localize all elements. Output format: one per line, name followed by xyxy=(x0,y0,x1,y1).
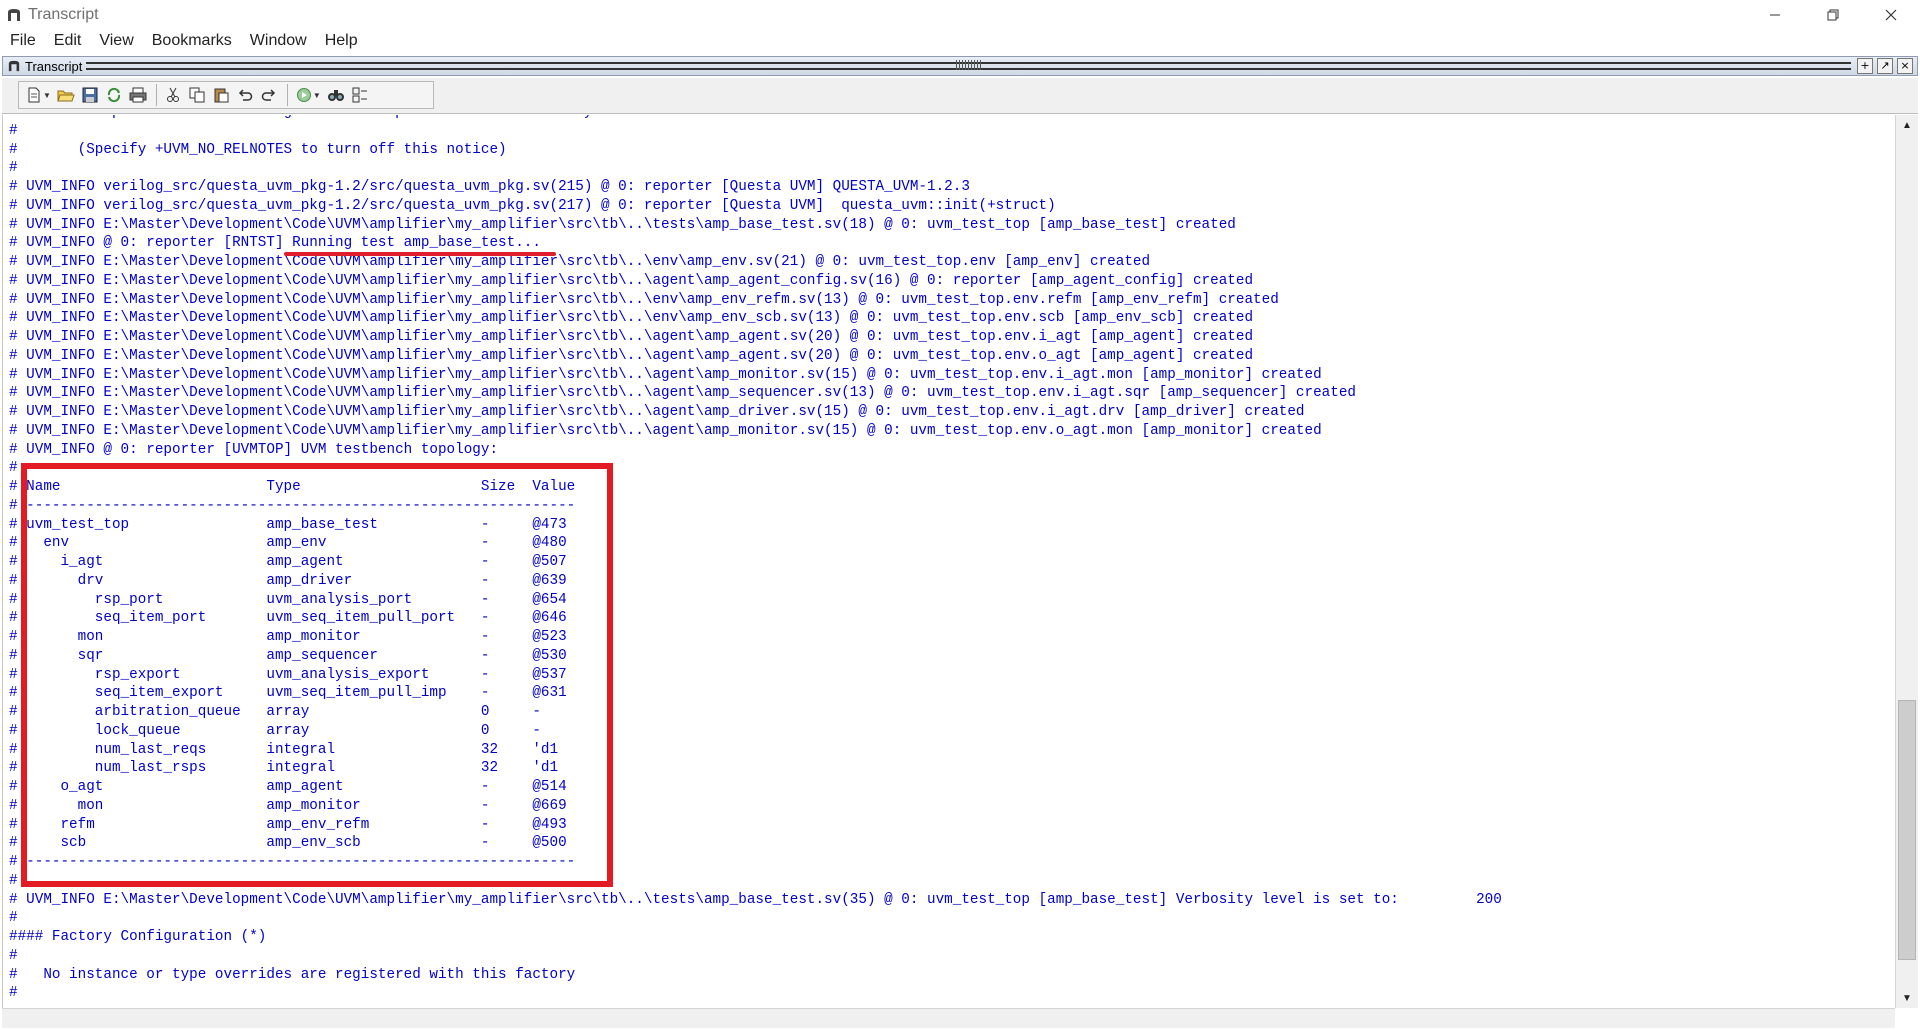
close-icon[interactable] xyxy=(1862,0,1920,29)
save-icon[interactable] xyxy=(79,84,101,106)
pane-header: Transcript + ↗ × xyxy=(2,56,1918,76)
menu-help[interactable]: Help xyxy=(316,29,367,53)
transcript-line: # UVM_INFO E:\Master\Development\Code\UV… xyxy=(9,404,1305,420)
transcript-line: # xyxy=(9,985,18,1002)
cut-icon[interactable] xyxy=(162,84,184,106)
window-title-bar: Transcript xyxy=(0,0,1920,29)
scroll-down-icon[interactable]: ▼ xyxy=(1896,988,1918,1008)
vertical-scrollbar[interactable]: ▲ ▼ xyxy=(1895,115,1918,1008)
menu-edit[interactable]: Edit xyxy=(45,29,91,53)
transcript-line: # xyxy=(9,910,18,927)
horizontal-scrollbar[interactable] xyxy=(2,1008,1895,1028)
find-icon[interactable] xyxy=(325,84,347,106)
transcript-line: # xyxy=(9,947,18,964)
run-icon[interactable] xyxy=(293,84,315,106)
transcript-line: # UVM_INFO E:\Master\Development\Code\UV… xyxy=(9,366,1322,383)
transcript-line: # UVM_INFO E:\Master\Development\Code\UV… xyxy=(9,385,1356,402)
new-document-icon[interactable] xyxy=(23,84,45,106)
print-icon[interactable] xyxy=(127,84,149,106)
menu-window[interactable]: Window xyxy=(241,29,316,53)
transcript-line: # UVM_INFO E:\Master\Development\Code\UV… xyxy=(9,216,1236,233)
menu-bookmarks[interactable]: Bookmarks xyxy=(143,29,241,53)
highlight-box-annotation xyxy=(21,463,613,887)
toolbar: ▼ ▼ xyxy=(2,78,1918,114)
toolbar-separator xyxy=(155,84,157,106)
transcript-line: # UVM_INFO E:\Master\Development\Code\UV… xyxy=(9,272,1254,289)
menu-view[interactable]: View xyxy=(90,29,142,53)
underline-annotation xyxy=(284,252,556,256)
scroll-up-icon[interactable]: ▲ xyxy=(1896,115,1918,135)
paste-icon[interactable] xyxy=(210,84,232,106)
pane-drag-handle[interactable] xyxy=(86,60,1851,70)
restore-icon[interactable] xyxy=(1804,0,1862,29)
transcript-line: # (Specify +UVM_NO_RELNOTES to turn off … xyxy=(9,141,507,158)
options-icon[interactable] xyxy=(349,84,371,106)
transcript-line: # xyxy=(9,122,18,139)
transcript-output[interactable]: # See http://www.accellera.org/uvm/ or h… xyxy=(2,115,1895,1008)
menu-bar: File Edit View Bookmarks Window Help xyxy=(0,29,1920,53)
toolbar-separator xyxy=(286,84,288,106)
transcript-line: #### Factory Configuration (*) xyxy=(9,929,267,945)
window-title: Transcript xyxy=(28,5,99,23)
transcript-line: # UVM_INFO E:\Master\Development\Code\UV… xyxy=(9,329,1254,345)
transcript-line: # UVM_INFO E:\Master\Development\Code\UV… xyxy=(9,347,1254,364)
run-dropdown-icon[interactable]: ▼ xyxy=(313,91,321,100)
minimize-icon[interactable] xyxy=(1746,0,1804,29)
transcript-line: # UVM_INFO @ 0: reporter [RNTST] Running… xyxy=(9,235,541,252)
transcript-line: # UVM_INFO E:\Master\Development\Code\UV… xyxy=(9,891,1502,908)
pane-close-button[interactable]: × xyxy=(1897,58,1913,74)
transcript-line: # UVM_INFO verilog_src/questa_uvm_pkg-1.… xyxy=(9,179,970,195)
app-icon xyxy=(6,7,22,23)
transcript-line: # UVM_INFO E:\Master\Development\Code\UV… xyxy=(9,291,1279,308)
toolbar-group: ▼ ▼ xyxy=(18,81,434,109)
copy-icon[interactable] xyxy=(186,84,208,106)
transcript-line: # UVM_INFO @ 0: reporter [UVMTOP] UVM te… xyxy=(9,441,499,458)
transcript-pane-icon xyxy=(6,58,22,74)
transcript-line: # UVM_INFO E:\Master\Development\Code\UV… xyxy=(9,422,1322,439)
transcript-line: # See http://www.accellera.org/uvm/ or h… xyxy=(9,115,1502,122)
open-folder-icon[interactable] xyxy=(55,84,77,106)
transcript-line: # No instance or type overrides are regi… xyxy=(9,966,576,983)
transcript-line: # UVM_INFO E:\Master\Development\Code\UV… xyxy=(9,254,1151,270)
pane-add-button[interactable]: + xyxy=(1857,58,1873,74)
reload-icon[interactable] xyxy=(103,84,125,106)
transcript-line: # UVM_INFO verilog_src/questa_uvm_pkg-1.… xyxy=(9,197,1056,214)
pane-title: Transcript xyxy=(25,58,83,74)
new-dropdown-icon[interactable]: ▼ xyxy=(43,91,51,100)
menu-file[interactable]: File xyxy=(0,29,45,53)
pane-undock-button[interactable]: ↗ xyxy=(1877,58,1893,74)
redo-icon[interactable] xyxy=(258,84,280,106)
transcript-line: # xyxy=(9,160,18,177)
scrollbar-thumb[interactable] xyxy=(1898,700,1916,960)
transcript-line: # UVM_INFO E:\Master\Development\Code\UV… xyxy=(9,310,1254,327)
undo-icon[interactable] xyxy=(234,84,256,106)
